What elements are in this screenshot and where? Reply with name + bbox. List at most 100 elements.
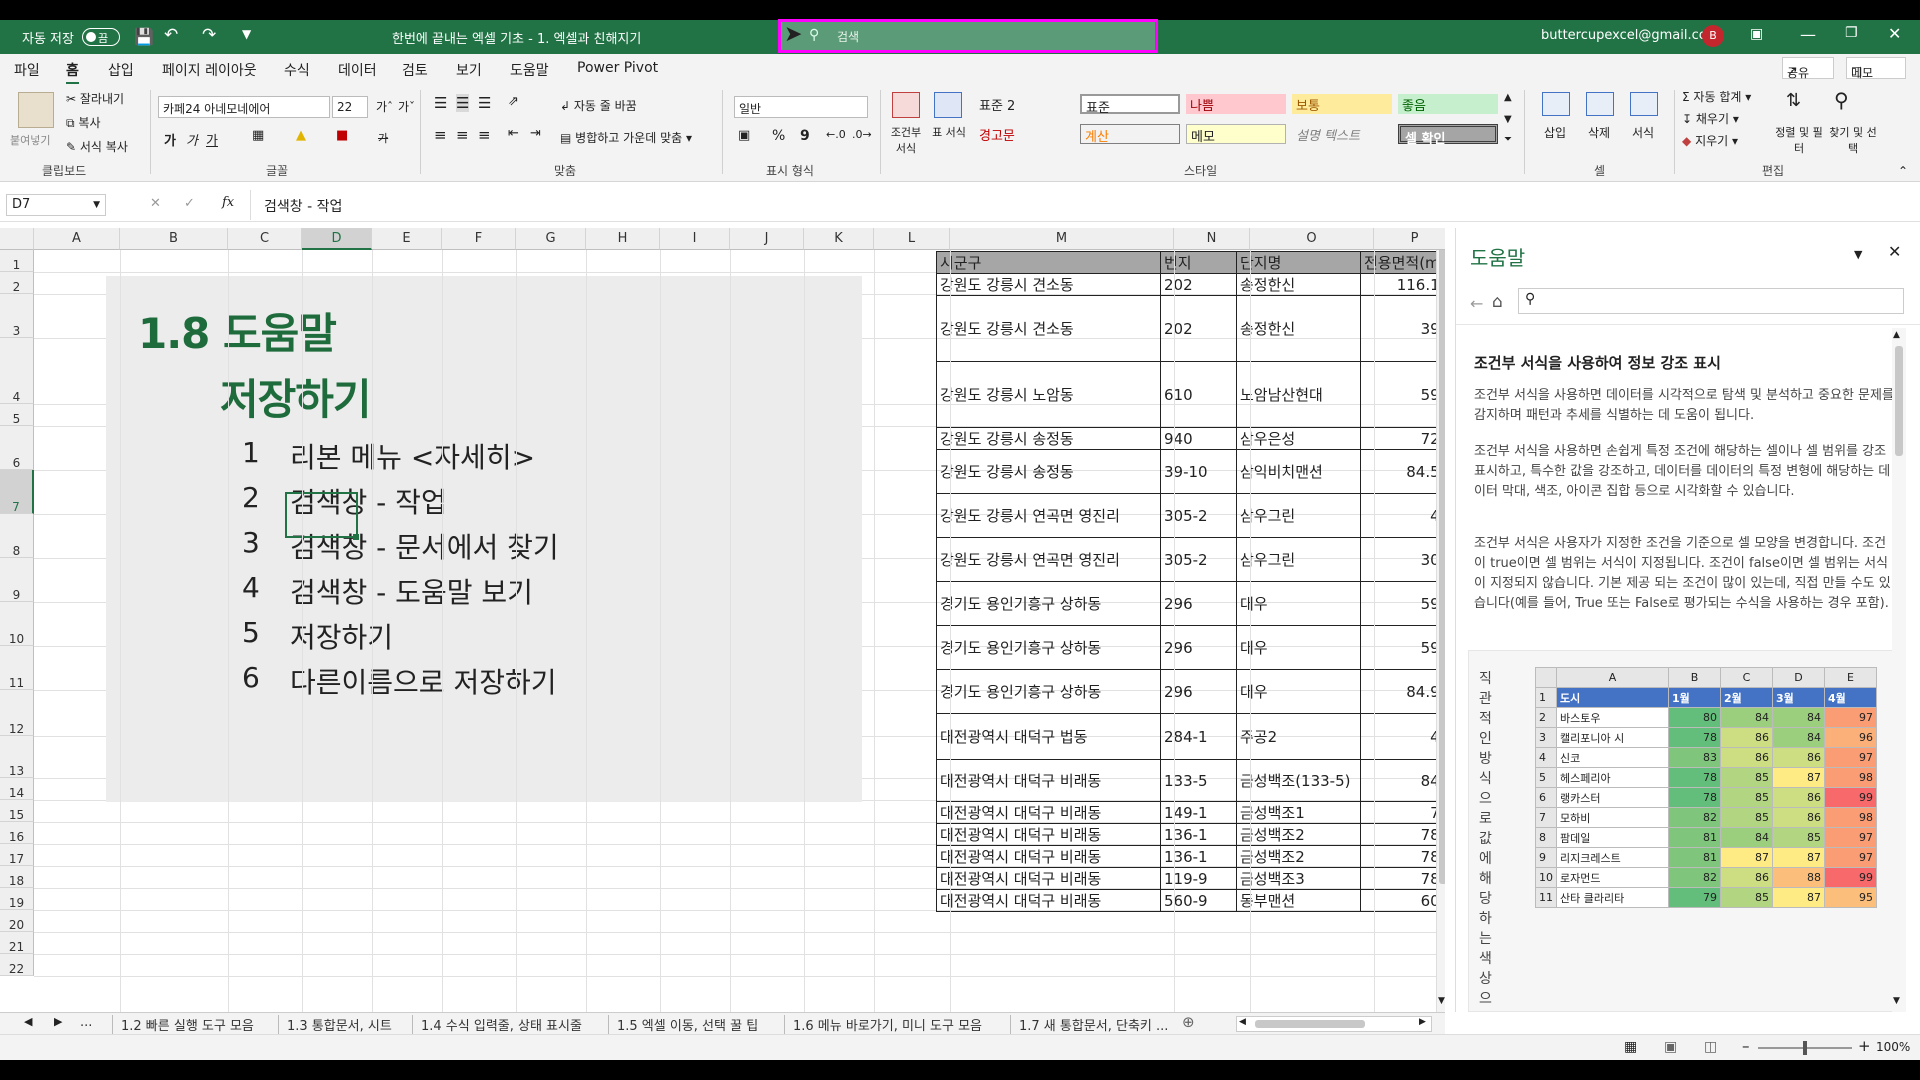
table-cell[interactable]: 940 xyxy=(1160,427,1237,450)
table-cell[interactable]: 대전광역시 대덕구 비래동 xyxy=(936,867,1161,890)
column-header-I[interactable]: I xyxy=(660,228,730,250)
table-cell[interactable]: 대전광역시 대덕구 비래동 xyxy=(936,801,1161,824)
table-cell[interactable]: 강원도 강릉시 송정동 xyxy=(936,427,1161,450)
table-cell[interactable]: 149-1 xyxy=(1160,801,1237,824)
sheet-tab[interactable]: 1.6 메뉴 바로가기, 미니 도구 모음 xyxy=(784,1015,982,1034)
table-cell[interactable]: 305-2 xyxy=(1160,537,1237,582)
sheet-tab[interactable]: 1.5 엑셀 이동, 선택 꿀 팁 xyxy=(608,1015,758,1034)
zoom-in-icon[interactable]: + xyxy=(1858,1037,1871,1055)
align-top-icon[interactable]: ☰ xyxy=(434,94,447,112)
table-cell[interactable]: 84.9 xyxy=(1360,669,1444,714)
row-header-4[interactable]: 4 xyxy=(0,338,34,404)
copy-button[interactable]: ⧉ 복사 xyxy=(66,114,101,131)
tab-review[interactable]: 검토 xyxy=(402,60,428,80)
row-header-22[interactable]: 22 xyxy=(0,954,34,976)
scroll-thumb[interactable] xyxy=(1439,244,1445,884)
scroll-up-icon[interactable]: ▲ xyxy=(1893,330,1900,340)
table-cell[interactable]: 84.5 xyxy=(1360,449,1444,494)
column-header-F[interactable]: F xyxy=(442,228,516,250)
insert-cells-icon[interactable] xyxy=(1542,92,1570,116)
row-header-7[interactable]: 7 xyxy=(0,470,34,514)
row-header-2[interactable]: 2 xyxy=(0,272,34,294)
confirm-entry-icon[interactable]: ✓ xyxy=(184,196,195,211)
tab-formulas[interactable]: 수식 xyxy=(284,60,310,80)
border-icon[interactable]: ▦ xyxy=(252,128,264,143)
table-cell[interactable]: 4 xyxy=(1360,713,1444,760)
table-cell[interactable]: 39-10 xyxy=(1160,449,1237,494)
restore-icon[interactable]: ❐ xyxy=(1845,25,1858,41)
table-cell[interactable]: 296 xyxy=(1160,581,1237,626)
delete-cells-icon[interactable] xyxy=(1586,92,1614,116)
fill-button[interactable]: ↧ 채우기 ▾ xyxy=(1682,110,1739,127)
row-header-1[interactable]: 1 xyxy=(0,250,34,272)
table-cell[interactable]: 강원도 강릉시 연곡면 영진리 xyxy=(936,493,1161,538)
table-cell[interactable]: 강원도 강릉시 견소동 xyxy=(936,295,1161,362)
horizontal-scrollbar[interactable]: ◀ ▶ xyxy=(1236,1016,1432,1032)
table-header-cell[interactable]: 시군구 xyxy=(936,251,1161,274)
name-box[interactable]: D7 ▼ xyxy=(6,194,106,216)
table-cell[interactable]: 대우 xyxy=(1236,581,1361,626)
outdent-icon[interactable]: ⇥ xyxy=(530,126,541,141)
scroll-right-icon[interactable]: ▶ xyxy=(1419,1017,1426,1027)
page-break-view-icon[interactable]: ◫ xyxy=(1704,1039,1717,1055)
column-header-G[interactable]: G xyxy=(516,228,586,250)
styles-scroll-down-icon[interactable]: ▼ xyxy=(1504,114,1512,125)
style-normal2[interactable]: 표준 2 xyxy=(975,94,1075,114)
row-header-17[interactable]: 17 xyxy=(0,844,34,866)
style-calculation[interactable]: 계산 xyxy=(1080,124,1180,145)
style-warning[interactable]: 경고문 xyxy=(975,124,1075,144)
bold-button[interactable]: 가 xyxy=(164,130,176,149)
column-header-M[interactable]: M xyxy=(950,228,1174,250)
table-cell[interactable]: 삼우그린 xyxy=(1236,493,1361,538)
scroll-down-icon[interactable]: ▼ xyxy=(1893,996,1900,1006)
tab-file[interactable]: 파일 xyxy=(14,60,40,80)
add-sheet-icon[interactable]: ⊕ xyxy=(1182,1013,1195,1031)
table-cell[interactable]: 대전광역시 대덕구 법동 xyxy=(936,713,1161,760)
phonetic-icon[interactable]: 가 xyxy=(378,130,388,146)
sheet-tab[interactable]: 1.7 새 통합문서, 단축키 ... xyxy=(1010,1015,1168,1034)
help-search-input[interactable]: ⚲ xyxy=(1518,288,1904,314)
table-cell[interactable]: 4 xyxy=(1360,493,1444,538)
style-bad[interactable]: 나쁨 xyxy=(1186,94,1286,114)
table-cell[interactable]: 노암남산현대 xyxy=(1236,361,1361,428)
format-cells-label[interactable]: 서식 xyxy=(1632,124,1654,141)
table-cell[interactable]: 284-1 xyxy=(1160,713,1237,760)
ribbon-display-icon[interactable]: ▣ xyxy=(1750,26,1763,42)
active-cell[interactable] xyxy=(285,492,358,538)
tab-insert[interactable]: 삽입 xyxy=(108,60,134,80)
table-cell[interactable]: 119-9 xyxy=(1160,867,1237,890)
underline-button[interactable]: 가 xyxy=(206,130,218,149)
column-header-C[interactable]: C xyxy=(228,228,302,250)
currency-icon[interactable]: ▣ xyxy=(738,128,750,143)
share-button[interactable]: ↗ 공유 xyxy=(1782,57,1834,80)
table-cell[interactable]: 136-1 xyxy=(1160,845,1237,868)
tab-view[interactable]: 보기 xyxy=(456,60,482,80)
table-header-cell[interactable]: 번지 xyxy=(1160,251,1237,274)
row-header-3[interactable]: 3 xyxy=(0,294,34,338)
customize-qat-icon[interactable]: ▼ xyxy=(242,27,251,41)
vertical-scrollbar[interactable]: ▲ ▼ xyxy=(1436,228,1445,1012)
table-cell[interactable]: 202 xyxy=(1160,295,1237,362)
table-cell[interactable]: 560-9 xyxy=(1160,889,1237,912)
table-cell[interactable]: 동부맨션 xyxy=(1236,889,1361,912)
avatar[interactable]: B xyxy=(1702,25,1724,47)
orientation-icon[interactable]: ⇗ xyxy=(508,94,519,109)
table-cell[interactable]: 대전광역시 대덕구 비래동 xyxy=(936,759,1161,802)
row-header-5[interactable]: 5 xyxy=(0,404,34,426)
formula-input[interactable]: 검색창 - 작업 xyxy=(264,196,342,216)
format-painter-button[interactable]: ✎ 서식 복사 xyxy=(66,138,128,155)
decrease-font-icon[interactable]: 가ˇ xyxy=(398,98,415,115)
sheet-tab[interactable]: 1.3 통합문서, 시트 xyxy=(278,1015,392,1034)
style-neutral[interactable]: 보통 xyxy=(1292,94,1392,114)
row-header-8[interactable]: 8 xyxy=(0,514,34,558)
table-cell[interactable]: 대전광역시 대덕구 비래동 xyxy=(936,889,1161,912)
style-explanatory[interactable]: 설명 텍스트 xyxy=(1292,124,1392,144)
back-arrow-icon[interactable]: ← xyxy=(1470,294,1483,313)
column-header-K[interactable]: K xyxy=(804,228,874,250)
more-sheets-button[interactable]: ... xyxy=(80,1015,92,1030)
table-cell[interactable]: 삼익비치맨션 xyxy=(1236,449,1361,494)
table-cell[interactable]: 59 xyxy=(1360,625,1444,670)
select-all-corner[interactable] xyxy=(0,228,34,250)
pane-options-icon[interactable]: ▼ xyxy=(1854,248,1862,261)
page-layout-view-icon[interactable]: ▣ xyxy=(1664,1039,1677,1055)
